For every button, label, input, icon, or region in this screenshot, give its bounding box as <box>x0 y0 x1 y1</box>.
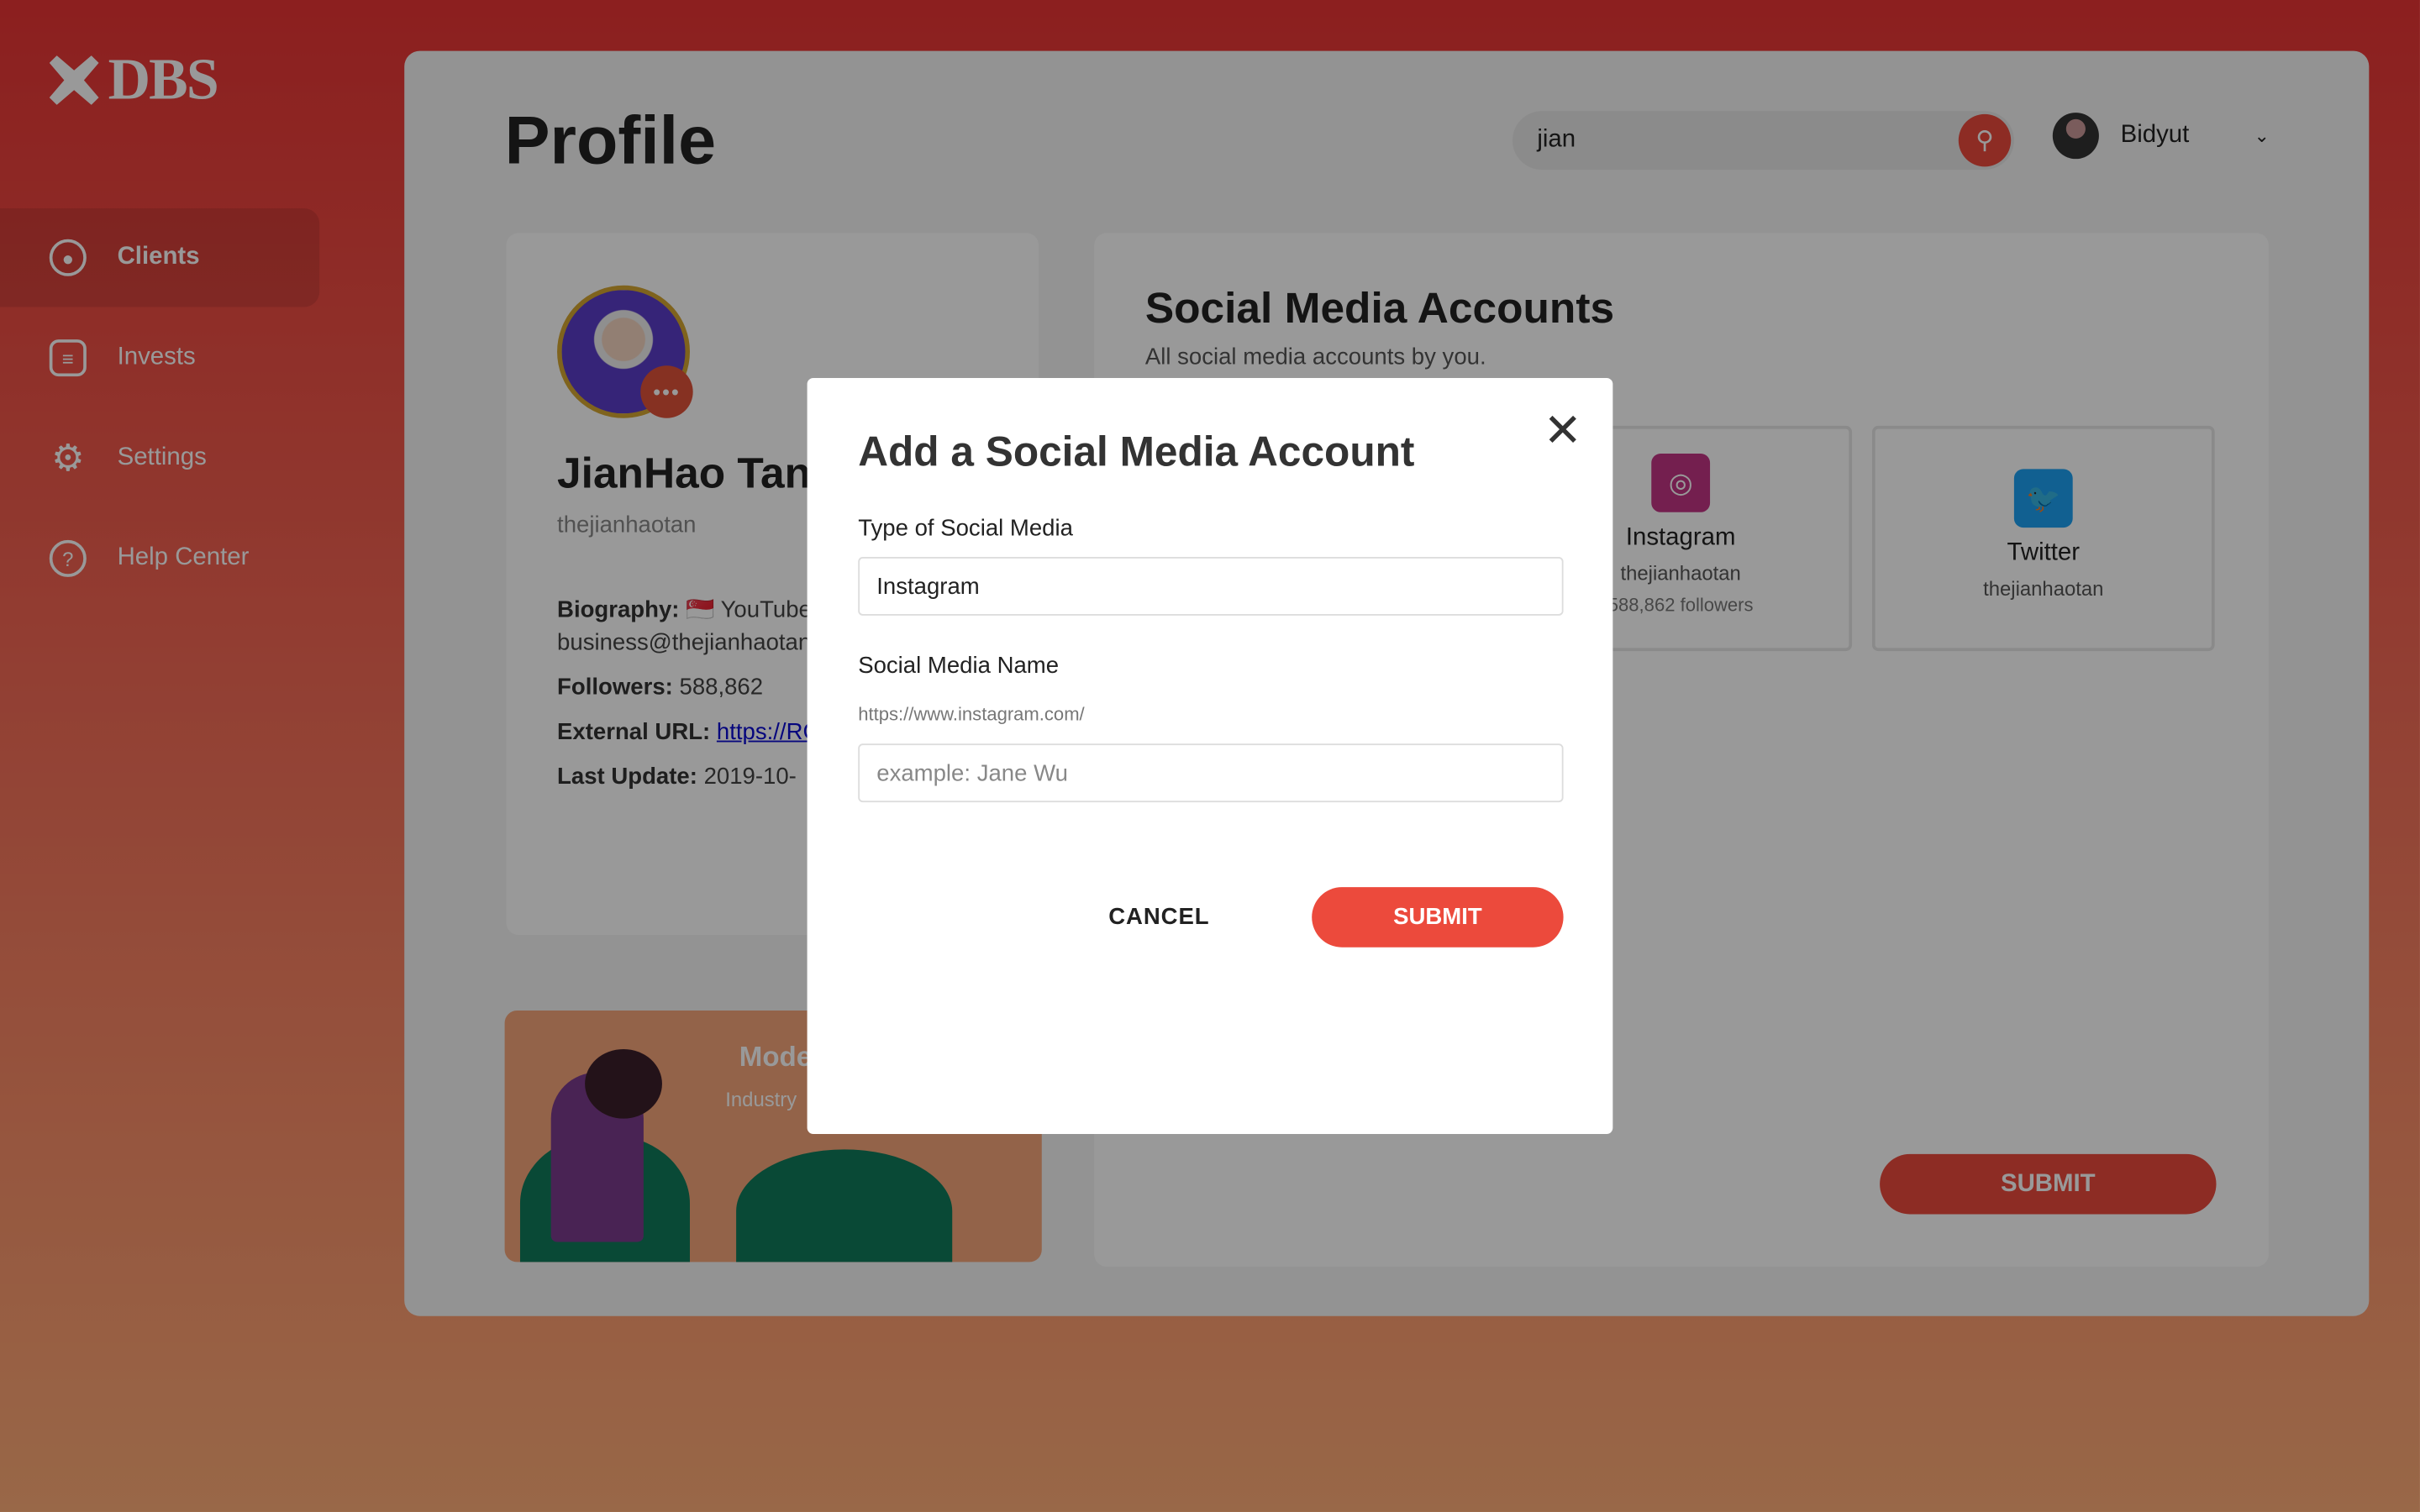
social-media-name-input[interactable] <box>858 743 1564 803</box>
add-social-media-dialog: Add a Social Media Account ✕ Type of Soc… <box>807 377 1613 1134</box>
name-label: Social Media Name <box>858 652 1060 680</box>
name-hint: https://www.instagram.com/ <box>858 703 1085 726</box>
dialog-submit-button[interactable]: SUBMIT <box>1312 887 1564 948</box>
cancel-button[interactable]: CANCEL <box>1090 887 1228 948</box>
dialog-title: Add a Social Media Account <box>858 428 1415 475</box>
type-value: Instagram <box>876 573 980 600</box>
app: DBS ● Clients ≡ Invests ⚙ Settings ? Help Ce… <box>0 0 2420 1512</box>
close-icon: ✕ <box>1543 406 1582 457</box>
social-media-type-select[interactable]: Instagram <box>858 557 1564 616</box>
close-button[interactable]: ✕ <box>1543 406 1582 457</box>
type-label: Type of Social Media <box>858 515 1073 542</box>
